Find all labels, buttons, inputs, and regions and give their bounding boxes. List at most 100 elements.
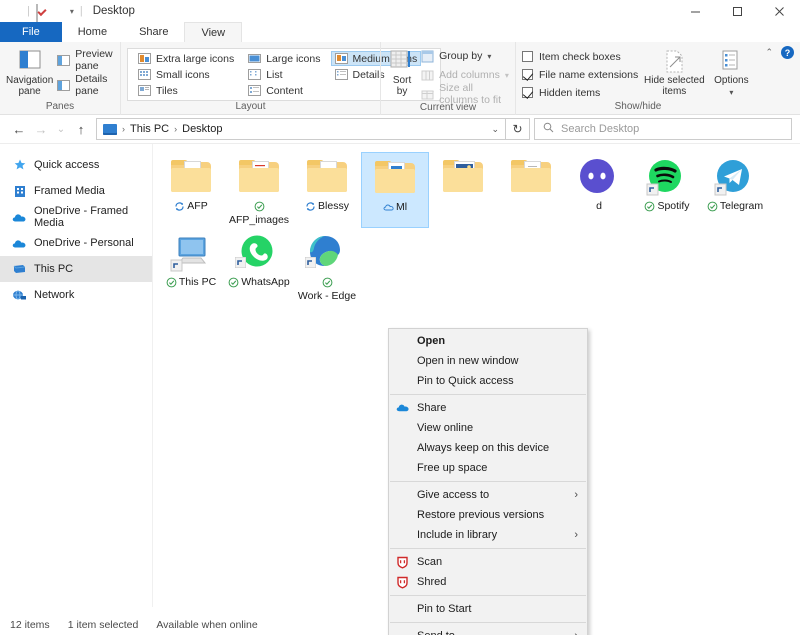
menu-item-scan[interactable]: Scan — [389, 552, 587, 572]
file-item-docs[interactable] — [497, 152, 565, 228]
hidden-items-label: Hidden items — [539, 86, 601, 99]
file-name-extensions-checkbox[interactable] — [522, 69, 533, 80]
explorer-icon[interactable] — [8, 5, 21, 17]
menu-item-give-access-to[interactable]: Give access to › — [389, 485, 587, 505]
sidebar-item-onedrive-framed-media[interactable]: OneDrive - Framed Media — [0, 204, 152, 230]
spotify-icon — [643, 156, 691, 198]
new-folder-icon[interactable] — [53, 5, 66, 17]
chevron-up-icon[interactable]: ⌃ — [765, 47, 773, 58]
file-name-extensions-row[interactable]: File name extensions — [522, 66, 640, 83]
view-extra-large-icons[interactable]: Extra large icons — [134, 51, 238, 66]
item-check-boxes-row[interactable]: Item check boxes — [522, 48, 640, 65]
menu-item-send-to[interactable]: Send to › — [389, 626, 587, 635]
file-item-photos[interactable] — [429, 152, 497, 228]
search-input[interactable]: Search Desktop — [561, 123, 639, 135]
add-columns-caret[interactable]: ▾ — [505, 71, 509, 80]
hidden-items-row[interactable]: Hidden items — [522, 84, 640, 101]
view-tiles[interactable]: Tiles — [134, 83, 238, 98]
hidden-items-checkbox[interactable] — [522, 87, 533, 98]
maximize-button[interactable] — [716, 0, 758, 22]
up-button[interactable]: ↑ — [70, 118, 92, 140]
file-item-spotify[interactable]: Spotify — [633, 152, 701, 228]
view-small-icons[interactable]: Small icons — [134, 67, 238, 82]
tab-view[interactable]: View — [184, 22, 243, 42]
back-button[interactable]: ← — [8, 118, 30, 140]
menu-item-share[interactable]: Share — [389, 398, 587, 418]
sidebar-item-network[interactable]: Network — [0, 282, 152, 308]
details-pane-label: Details pane — [75, 73, 108, 97]
menu-item-open-in-new-window[interactable]: Open in new window — [389, 351, 587, 371]
qat-divider-2: | — [79, 5, 83, 17]
title-bar: | ▾ | Desktop — [0, 0, 800, 23]
qat-divider: | — [27, 5, 30, 17]
hide-selected-items-button[interactable]: Hide selected items — [644, 45, 705, 97]
options-button[interactable]: Options ▾ — [709, 45, 754, 97]
help-icon[interactable]: ? — [781, 46, 794, 59]
hide-selected-items-icon — [661, 49, 687, 73]
quick-access-toolbar: | ▾ | — [8, 4, 85, 23]
recent-locations-button[interactable]: ⌄ — [52, 118, 70, 140]
menu-item-view-online[interactable]: View online — [389, 418, 587, 438]
breadcrumb-sep-1: › — [174, 124, 178, 134]
add-columns-button[interactable]: Add columns ▾ — [421, 67, 509, 83]
menu-item-shred[interactable]: Shred — [389, 572, 587, 592]
tab-home[interactable]: Home — [61, 22, 124, 42]
menu-item-include-in-library[interactable]: Include in library › — [389, 525, 587, 545]
file-label-spotify-wrap: Spotify — [644, 200, 690, 212]
file-label-whatsapp: WhatsApp — [241, 276, 290, 288]
properties-icon[interactable] — [35, 4, 49, 23]
customize-qat-caret[interactable]: ▾ — [70, 7, 74, 16]
tab-share[interactable]: Share — [123, 22, 185, 42]
tab-file[interactable]: File — [0, 22, 62, 42]
file-item-work-edge[interactable]: Work - Edge — [293, 228, 361, 304]
refresh-button[interactable]: ↻ — [506, 118, 530, 140]
address-dropdown-icon[interactable]: ⌄ — [491, 124, 499, 135]
minimize-button[interactable] — [674, 0, 716, 22]
group-by-button[interactable]: Group by ▾ — [421, 48, 509, 64]
navigation-pane: Quick access Framed Media OneDrive - Fra… — [0, 144, 152, 607]
breadcrumb[interactable]: › This PC › Desktop ⌄ — [96, 118, 506, 140]
breadcrumb-this-pc[interactable]: This PC — [130, 123, 169, 135]
sidebar-item-this-pc[interactable]: This PC — [0, 256, 152, 282]
forward-button[interactable]: → — [30, 118, 52, 140]
file-item-afp[interactable]: AFP — [157, 152, 225, 228]
size-all-columns-button[interactable]: Size all columns to fit — [421, 82, 509, 106]
menu-item-always-keep-on-this-device[interactable]: Always keep on this device — [389, 438, 587, 458]
close-button[interactable] — [758, 0, 800, 22]
group-by-caret[interactable]: ▾ — [487, 52, 491, 61]
details-pane-button[interactable]: Details pane — [57, 73, 114, 97]
view-content[interactable]: Content — [244, 83, 324, 98]
sort-by-button[interactable]: Sort by — [387, 45, 417, 97]
file-item-afp-images[interactable]: AFP_images — [225, 152, 293, 228]
file-item-telegram[interactable]: Telegram — [701, 152, 769, 228]
file-item-blessy[interactable]: A Blessy — [293, 152, 361, 228]
file-item-discord[interactable]: d — [565, 152, 633, 228]
menu-item-pin-to-quick-access[interactable]: Pin to Quick access — [389, 371, 587, 391]
view-list-label: List — [266, 68, 283, 81]
menu-item-free-up-space[interactable]: Free up space — [389, 458, 587, 478]
breadcrumb-desktop[interactable]: Desktop — [182, 123, 222, 135]
sync-badge-icon-2 — [305, 201, 316, 212]
sidebar-item-onedrive-personal[interactable]: OneDrive - Personal — [0, 230, 152, 256]
item-check-boxes-checkbox[interactable] — [522, 51, 533, 62]
sidebar-item-framed-media[interactable]: Framed Media — [0, 178, 152, 204]
view-small-icons-label: Small icons — [156, 68, 210, 81]
menu-item-restore-previous-versions[interactable]: Restore previous versions — [389, 505, 587, 525]
file-label-work-edge-wrap: Work - Edge — [295, 276, 359, 302]
sidebar-item-quick-access[interactable]: Quick access — [0, 152, 152, 178]
options-caret[interactable]: ▾ — [729, 88, 733, 97]
navigation-pane-button[interactable]: Navigation pane — [6, 45, 53, 97]
menu-item-open[interactable]: Open — [389, 331, 587, 351]
view-large-icons[interactable]: Large icons — [244, 51, 324, 66]
file-item-ml[interactable]: Ml — [361, 152, 429, 228]
search-box[interactable]: Search Desktop — [534, 118, 792, 140]
menu-item-pin-to-start[interactable]: Pin to Start — [389, 599, 587, 619]
preview-pane-button[interactable]: Preview pane — [57, 48, 114, 72]
preview-pane-label: Preview pane — [75, 48, 113, 72]
file-item-whatsapp[interactable]: WhatsApp — [225, 228, 293, 304]
file-item-this-pc[interactable]: This PC — [157, 228, 225, 304]
file-label-this-pc: This PC — [178, 276, 217, 288]
menu-label-include-in-library: Include in library — [417, 529, 498, 541]
view-list[interactable]: List — [244, 67, 324, 82]
menu-separator-5 — [390, 622, 586, 623]
